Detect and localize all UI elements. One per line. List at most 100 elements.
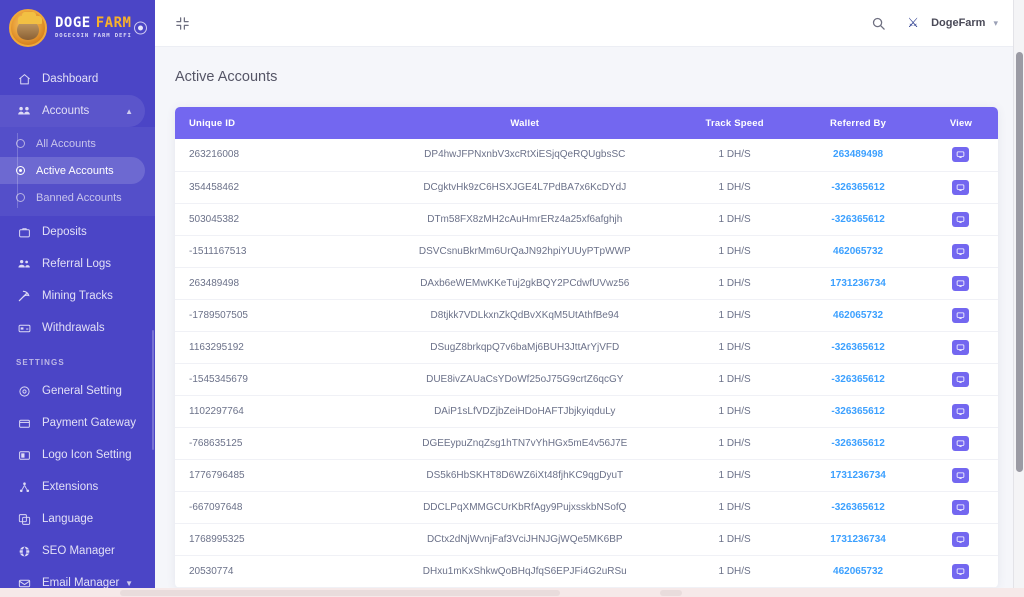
circle-dot-icon xyxy=(16,193,25,202)
home-icon xyxy=(16,73,32,86)
brand-title: DOGE FARM xyxy=(55,16,132,30)
cell-unique-id: 1768995325 xyxy=(175,523,373,556)
table-row: 1102297764 DAiP1sLfVDZjbZeiHDoHAFTJbjkyiq… xyxy=(175,395,998,428)
sidebar-item-label: Payment Gateway xyxy=(42,417,136,429)
sidebar-item-dashboard[interactable]: Dashboard xyxy=(0,63,145,95)
cell-referred-by[interactable]: -326365612 xyxy=(792,491,924,524)
cell-wallet: DTm58FX8zMH2cAuHmrERz4a25xf6afghjh xyxy=(372,203,678,236)
scrollbar-thumb[interactable] xyxy=(1016,52,1023,472)
cell-view xyxy=(923,395,998,428)
page-scrollbar[interactable]: ▼ xyxy=(1013,0,1024,597)
language-icon xyxy=(16,513,32,526)
compress-arrows-icon[interactable] xyxy=(169,10,195,36)
search-icon[interactable] xyxy=(871,16,886,31)
sidebar-item-active-accounts[interactable]: Active Accounts xyxy=(0,157,145,184)
cell-referred-by[interactable]: -326365612 xyxy=(792,171,924,204)
horizontal-scrollbar[interactable] xyxy=(0,588,1024,597)
cell-track-speed: 1 DH/S xyxy=(677,235,793,268)
sidebar-item-general-setting[interactable]: General Setting xyxy=(0,375,145,407)
view-button[interactable] xyxy=(952,467,970,483)
image-icon xyxy=(16,449,32,462)
view-button[interactable] xyxy=(952,371,970,387)
view-button[interactable] xyxy=(952,147,970,163)
cell-track-speed: 1 DH/S xyxy=(677,523,793,556)
view-button[interactable] xyxy=(952,275,970,291)
cell-view xyxy=(923,235,998,268)
sidebar-item-banned-accounts[interactable]: Banned Accounts xyxy=(0,184,145,211)
horizontal-scrollbar-thumb-secondary[interactable] xyxy=(660,590,682,596)
cell-referred-by[interactable]: -326365612 xyxy=(792,395,924,428)
column-header-unique-id: Unique ID xyxy=(175,107,373,139)
sidebar-item-extensions[interactable]: Extensions xyxy=(0,471,145,503)
cell-view xyxy=(923,267,998,300)
view-button[interactable] xyxy=(952,403,970,419)
cell-unique-id: 263489498 xyxy=(175,267,373,300)
sidebar-item-language[interactable]: Language xyxy=(0,503,145,535)
circle-dot-icon xyxy=(16,139,25,148)
users-group-icon xyxy=(16,104,32,118)
cell-referred-by[interactable]: -326365612 xyxy=(792,363,924,396)
view-button[interactable] xyxy=(952,563,970,579)
cell-track-speed: 1 DH/S xyxy=(677,171,793,204)
brand-subtitle: DOGECOIN FARM DEFI xyxy=(55,32,132,39)
view-button[interactable] xyxy=(952,339,970,355)
cell-referred-by[interactable]: 263489498 xyxy=(792,139,924,172)
cell-track-speed: 1 DH/S xyxy=(677,427,793,460)
cell-referred-by[interactable]: 1731236734 xyxy=(792,267,924,300)
sidebar-subitem-label: Banned Accounts xyxy=(36,191,122,204)
cell-unique-id: 354458462 xyxy=(175,171,373,204)
view-button[interactable] xyxy=(952,243,970,259)
sidebar-subitem-label: Active Accounts xyxy=(36,164,114,177)
brand-title-first: DOGE xyxy=(55,14,91,31)
user-menu[interactable]: ⚔ DogeFarm ▾ xyxy=(903,13,998,33)
sitemap-icon xyxy=(16,481,32,494)
sidebar-item-payment-gateway[interactable]: Payment Gateway xyxy=(0,407,145,439)
sidebar-scrollbar[interactable] xyxy=(152,330,154,450)
view-button[interactable] xyxy=(952,435,970,451)
sidebar-item-mining-tracks[interactable]: Mining Tracks xyxy=(0,280,145,312)
view-button[interactable] xyxy=(952,307,970,323)
cell-referred-by[interactable]: 462065732 xyxy=(792,299,924,332)
sidebar-section-settings: SETTINGS xyxy=(16,358,65,367)
cell-view xyxy=(923,139,998,172)
cell-referred-by[interactable]: -326365612 xyxy=(792,331,924,364)
sidebar-item-seo-manager[interactable]: SEO Manager xyxy=(0,535,145,567)
cell-track-speed: 1 DH/S xyxy=(677,331,793,364)
chevron-down-icon: ▾ xyxy=(993,17,998,28)
view-button[interactable] xyxy=(952,211,970,227)
cell-track-speed: 1 DH/S xyxy=(677,491,793,524)
cell-referred-by[interactable]: 1731236734 xyxy=(792,523,924,556)
doge-coin-logo-icon xyxy=(9,8,47,47)
sidebar-item-accounts[interactable]: Accounts ▲ xyxy=(0,95,145,127)
cell-referred-by[interactable]: 462065732 xyxy=(792,235,924,268)
cell-view xyxy=(923,299,998,332)
cell-view xyxy=(923,427,998,460)
sidebar-item-all-accounts[interactable]: All Accounts xyxy=(0,130,145,157)
radio-circle-icon[interactable] xyxy=(134,21,147,34)
view-button[interactable] xyxy=(952,179,970,195)
sidebar-nav: Dashboard Accounts ▲ All Accounts Active… xyxy=(0,55,155,597)
column-header-view: View xyxy=(923,107,998,139)
sidebar-item-referral-logs[interactable]: Referral Logs xyxy=(0,248,145,280)
cell-unique-id: -768635125 xyxy=(175,427,373,460)
cell-referred-by[interactable]: 1731236734 xyxy=(792,459,924,492)
sidebar-item-withdrawals[interactable]: Withdrawals xyxy=(0,312,145,344)
column-header-track-speed: Track Speed xyxy=(677,107,793,139)
table-row: -667097648 DDCLPqXMMGCUrKbRfAgy9PujxsskbN… xyxy=(175,491,998,524)
pickaxe-icon xyxy=(16,289,32,303)
cell-track-speed: 1 DH/S xyxy=(677,267,793,300)
horizontal-scrollbar-thumb[interactable] xyxy=(120,590,560,596)
cell-referred-by[interactable]: -326365612 xyxy=(792,203,924,236)
sidebar-item-logo-icon-setting[interactable]: Logo Icon Setting xyxy=(0,439,145,471)
view-button[interactable] xyxy=(952,499,970,515)
page-content: Active Accounts Unique ID Wallet Track S… xyxy=(155,47,1024,597)
sidebar-item-deposits[interactable]: Deposits xyxy=(0,216,145,248)
table-row: -768635125 DGEEypuZnqZsg1hTN7vYhHGx5mE4v5… xyxy=(175,427,998,460)
cell-view xyxy=(923,363,998,396)
cell-referred-by[interactable]: 462065732 xyxy=(792,555,924,588)
brand-header[interactable]: DOGE FARM DOGECOIN FARM DEFI xyxy=(0,0,155,55)
table-row: 354458462 DCgktvHk9zC6HSXJGE4L7PdBA7x6KcD… xyxy=(175,171,998,204)
cell-referred-by[interactable]: -326365612 xyxy=(792,427,924,460)
cell-view xyxy=(923,171,998,204)
view-button[interactable] xyxy=(952,531,970,547)
